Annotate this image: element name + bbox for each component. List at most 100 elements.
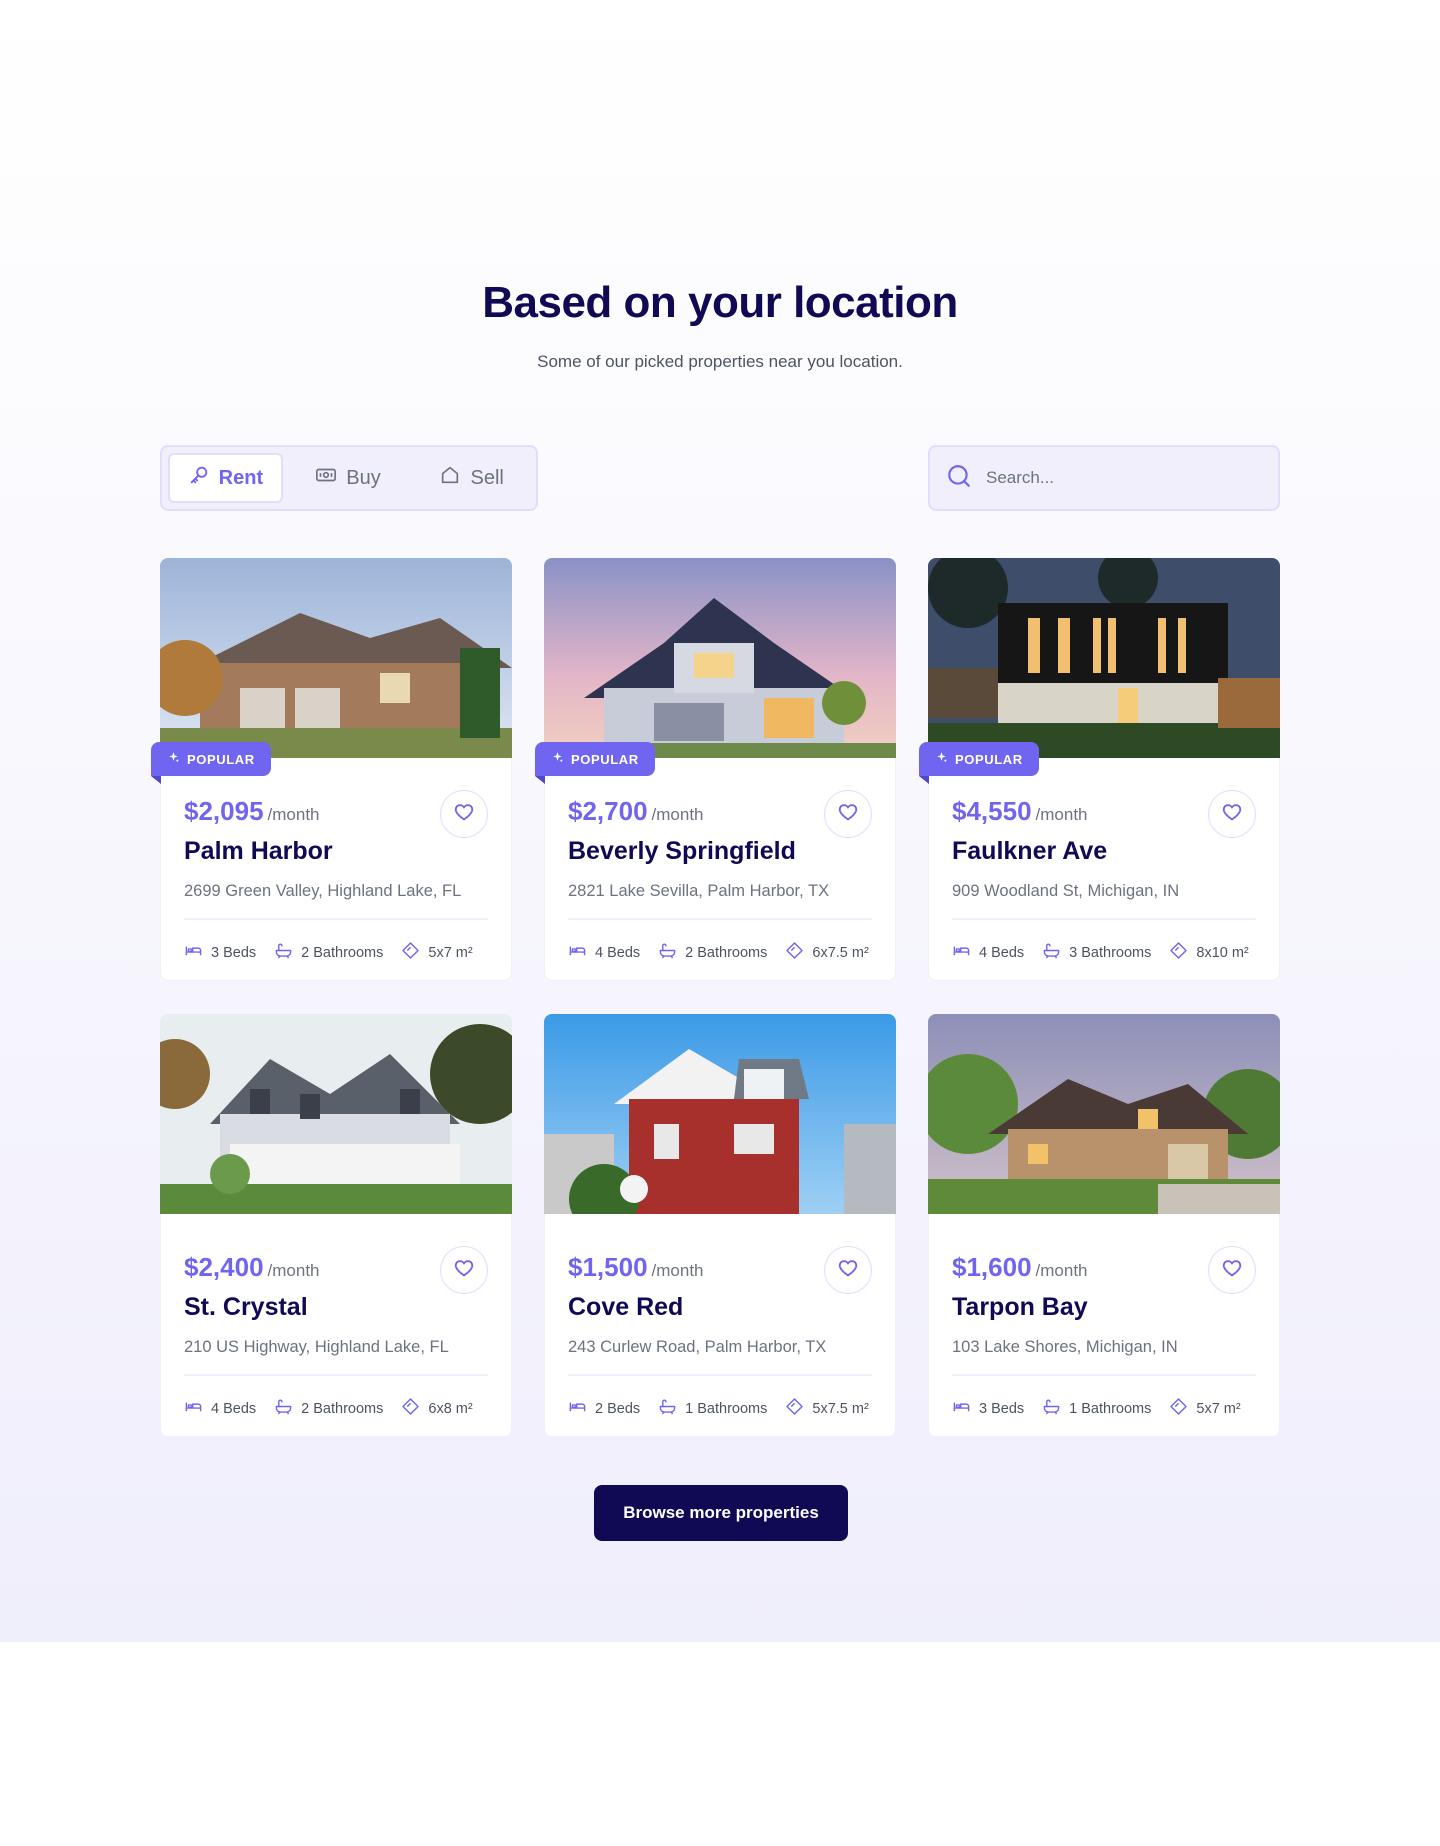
property-card[interactable]: $1,500 /month Cove Red 243 Curlew Road, …	[544, 1014, 896, 1437]
bed-icon	[568, 941, 587, 964]
area-text: 5x7 m²	[428, 944, 473, 961]
card-divider	[184, 1374, 488, 1376]
card-divider	[952, 1374, 1256, 1376]
bed-icon	[952, 941, 971, 964]
property-card[interactable]: $1,600 /month Tarpon Bay 103 Lake Shores…	[928, 1014, 1280, 1437]
card-divider	[184, 918, 488, 920]
property-address: 103 Lake Shores, Michigan, IN	[952, 1338, 1178, 1356]
badge-label: POPULAR	[571, 751, 639, 767]
popular-badge: POPULAR	[535, 742, 655, 784]
property-name[interactable]: Tarpon Bay	[952, 1293, 1088, 1322]
property-photo	[160, 558, 512, 758]
favorite-button[interactable]	[440, 790, 488, 838]
area-text: 5x7.5 m²	[812, 1400, 869, 1417]
property-name[interactable]: Palm Harbor	[184, 837, 333, 866]
properties-section: Based on your location Some of our picke…	[0, 0, 1440, 1642]
baths-text: 1 Bathrooms	[685, 1400, 768, 1417]
feature-area: 5x7.5 m²	[785, 1397, 869, 1420]
area-icon	[785, 941, 804, 964]
price-unit: /month	[267, 805, 320, 824]
sparkle-icon	[935, 751, 948, 767]
property-photo	[160, 1014, 512, 1214]
beds-text: 4 Beds	[595, 944, 641, 961]
feature-beds: 4 Beds	[952, 941, 1024, 964]
property-price: $4,550 /month	[952, 796, 1088, 827]
favorite-button[interactable]	[1208, 790, 1256, 838]
feature-beds: 2 Beds	[568, 1397, 640, 1420]
listing-type-tabs: Rent Buy Sell	[160, 445, 538, 511]
area-icon	[1169, 1397, 1188, 1420]
property-features: 4 Beds 3 Bathrooms 8x10 m²	[952, 941, 1249, 964]
beds-text: 4 Beds	[979, 944, 1025, 961]
favorite-button[interactable]	[824, 790, 872, 838]
favorite-button[interactable]	[1208, 1246, 1256, 1294]
feature-area: 5x7 m²	[1169, 1397, 1241, 1420]
property-name[interactable]: Faulkner Ave	[952, 837, 1107, 866]
property-price: $2,700 /month	[568, 796, 704, 827]
area-icon	[401, 941, 420, 964]
bathtub-icon	[274, 1397, 293, 1420]
feature-beds: 3 Beds	[952, 1397, 1024, 1420]
bed-icon	[568, 1397, 587, 1420]
property-card[interactable]: POPULAR $4,550 /month Faulkner Ave 909 W…	[919, 558, 1280, 981]
area-text: 6x8 m²	[428, 1400, 473, 1417]
price-amount: $2,400	[184, 1252, 264, 1282]
cash-icon	[315, 464, 337, 492]
bathtub-icon	[1042, 941, 1061, 964]
property-name[interactable]: Beverly Springfield	[568, 837, 796, 866]
popular-badge: POPULAR	[151, 742, 271, 784]
bed-icon	[952, 1397, 971, 1420]
feature-area: 5x7 m²	[401, 941, 473, 964]
tab-sell[interactable]: Sell	[413, 453, 530, 503]
baths-text: 2 Bathrooms	[685, 944, 768, 961]
favorite-button[interactable]	[824, 1246, 872, 1294]
sparkle-icon	[551, 751, 564, 767]
property-name[interactable]: St. Crystal	[184, 1293, 308, 1322]
property-photo	[544, 558, 896, 758]
search-input[interactable]	[986, 468, 1256, 488]
feature-beds: 3 Beds	[184, 941, 256, 964]
area-icon	[785, 1397, 804, 1420]
property-address: 2699 Green Valley, Highland Lake, FL	[184, 882, 462, 900]
price-unit: /month	[267, 1261, 320, 1280]
property-card[interactable]: $2,400 /month St. Crystal 210 US Highway…	[160, 1014, 512, 1437]
tab-label: Rent	[218, 466, 264, 489]
price-amount: $2,095	[184, 796, 264, 826]
feature-beds: 4 Beds	[568, 941, 640, 964]
area-text: 6x7.5 m²	[812, 944, 869, 961]
heart-icon	[1221, 801, 1243, 828]
heart-icon	[453, 1257, 475, 1284]
feature-area: 6x7.5 m²	[785, 941, 869, 964]
popular-badge: POPULAR	[919, 742, 1039, 784]
property-features: 4 Beds 2 Bathrooms 6x8 m²	[184, 1397, 473, 1420]
price-unit: /month	[1035, 1261, 1088, 1280]
badge-label: POPULAR	[187, 751, 255, 767]
property-features: 3 Beds 2 Bathrooms 5x7 m²	[184, 941, 473, 964]
price-unit: /month	[1035, 805, 1088, 824]
feature-area: 6x8 m²	[401, 1397, 473, 1420]
sparkle-icon	[167, 751, 180, 767]
bathtub-icon	[274, 941, 293, 964]
heart-icon	[453, 801, 475, 828]
property-features: 4 Beds 2 Bathrooms 6x7.5 m²	[568, 941, 869, 964]
heart-icon	[1221, 1257, 1243, 1284]
property-name[interactable]: Cove Red	[568, 1293, 683, 1322]
baths-text: 1 Bathrooms	[1069, 1400, 1152, 1417]
baths-text: 2 Bathrooms	[301, 1400, 384, 1417]
property-price: $1,500 /month	[568, 1252, 704, 1283]
baths-text: 2 Bathrooms	[301, 944, 384, 961]
property-photo	[544, 1014, 896, 1214]
price-unit: /month	[651, 1261, 704, 1280]
favorite-button[interactable]	[440, 1246, 488, 1294]
tab-rent[interactable]: Rent	[168, 453, 283, 503]
feature-baths: 1 Bathrooms	[1042, 1397, 1151, 1420]
bed-icon	[184, 941, 203, 964]
property-card[interactable]: POPULAR $2,700 /month Beverly Springfiel…	[535, 558, 896, 981]
tab-buy[interactable]: Buy	[283, 453, 414, 503]
property-address: 210 US Highway, Highland Lake, FL	[184, 1338, 449, 1356]
price-amount: $1,500	[568, 1252, 648, 1282]
browse-more-button[interactable]: Browse more properties	[594, 1485, 848, 1541]
property-price: $2,095 /month	[184, 796, 320, 827]
property-card[interactable]: POPULAR $2,095 /month Palm Harbor 2699 G…	[151, 558, 512, 981]
feature-baths: 1 Bathrooms	[658, 1397, 767, 1420]
